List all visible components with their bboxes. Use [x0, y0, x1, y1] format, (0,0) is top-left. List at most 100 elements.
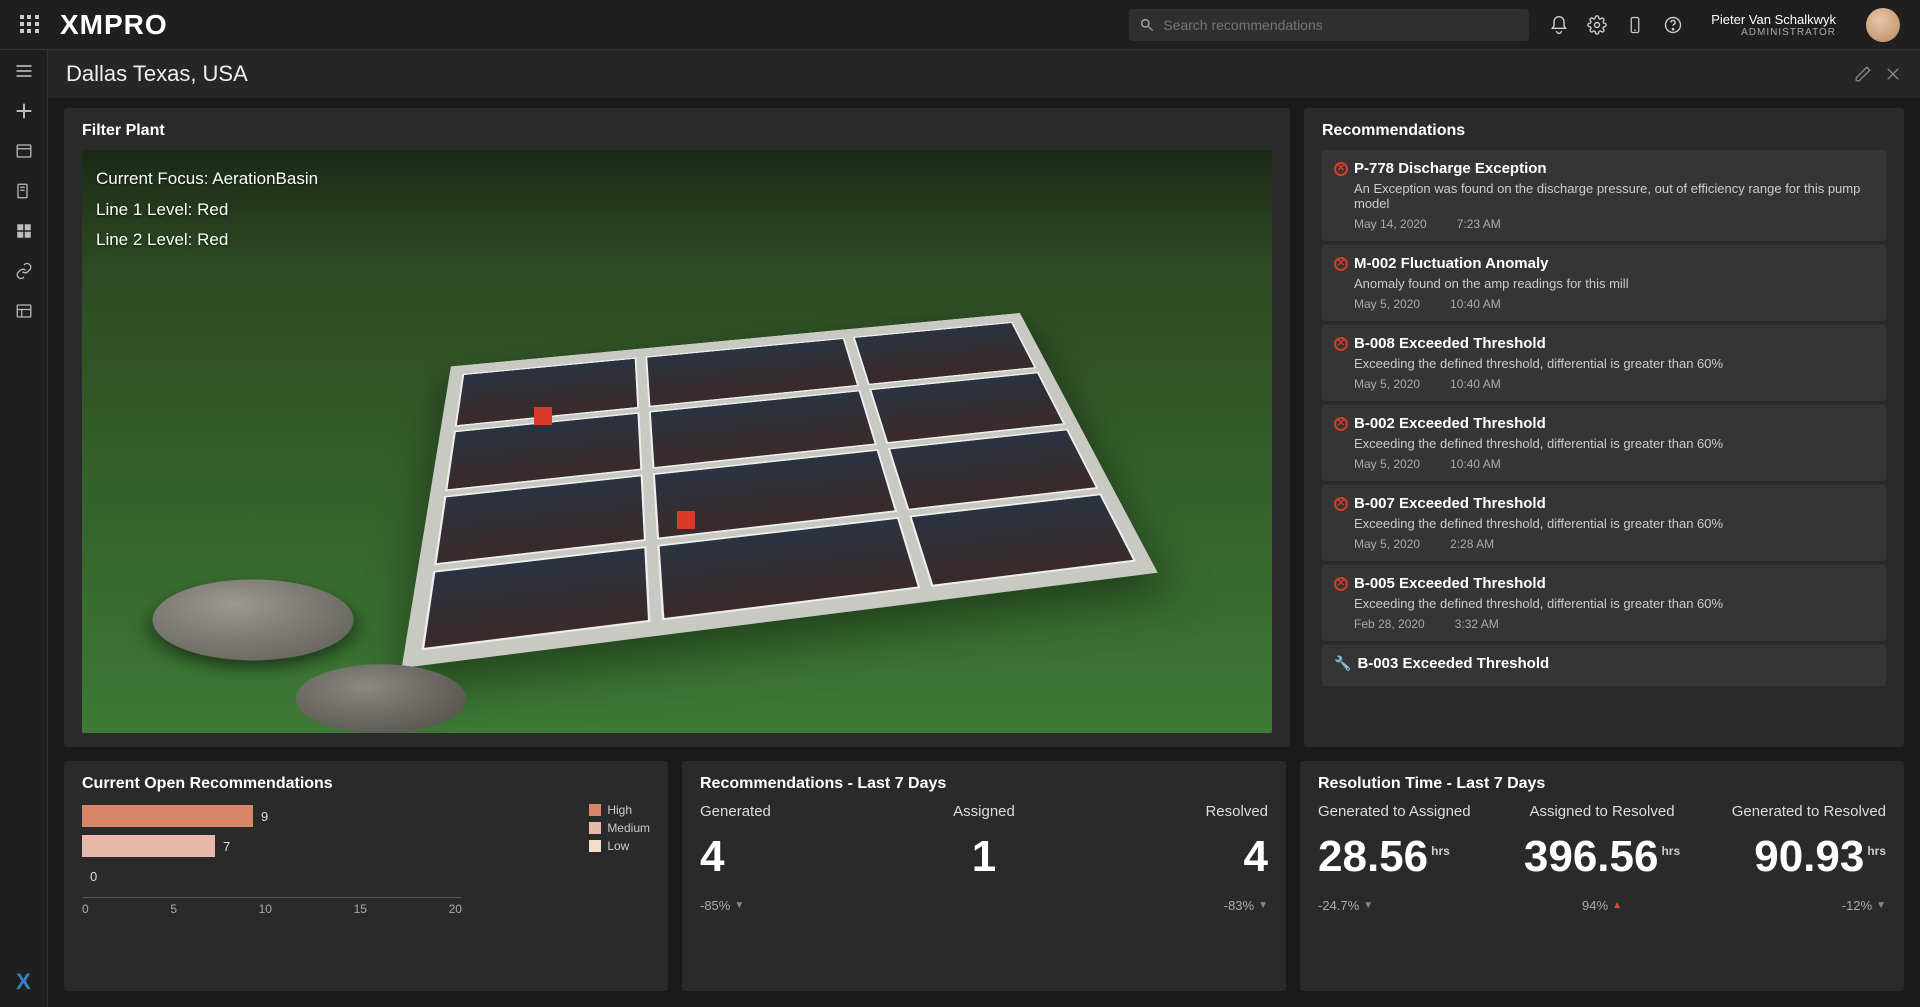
- error-icon: ✕: [1334, 497, 1348, 511]
- stat-assigned: Assigned 1: [903, 803, 1066, 913]
- error-icon: ✕: [1334, 577, 1348, 591]
- apps-grid-icon[interactable]: [20, 15, 40, 35]
- filter-plant-panel: Filter Plant Current Focus: AerationBasi…: [64, 108, 1290, 747]
- bar-label: 0: [90, 869, 97, 884]
- topbar: XMPRO Pieter Van Schalkwyk ADMINISTRATOR: [0, 0, 1920, 50]
- resolution-title: Resolution Time - Last 7 Days: [1318, 775, 1886, 793]
- add-icon[interactable]: [13, 100, 35, 122]
- help-icon[interactable]: [1663, 15, 1683, 35]
- plant-overlay: Current Focus: AerationBasin Line 1 Leve…: [96, 164, 318, 256]
- search-icon: [1139, 17, 1155, 33]
- rec-title-text: B-005 Exceeded Threshold: [1354, 575, 1546, 592]
- rec-title-text: P-778 Discharge Exception: [1354, 160, 1547, 177]
- rec-desc: Anomaly found on the amp readings for th…: [1354, 276, 1874, 291]
- stat-gen-to-assigned: Generated to Assigned 28.56hrs -24.7%▼: [1318, 803, 1481, 913]
- plant-3d-view[interactable]: Current Focus: AerationBasin Line 1 Leve…: [82, 150, 1272, 733]
- rec-meta: May 14, 20207:23 AM: [1354, 217, 1874, 231]
- rec-desc: Exceeding the defined threshold, differe…: [1354, 356, 1874, 371]
- bar-row: 7: [82, 833, 650, 859]
- recommendation-item[interactable]: ✕ B-002 Exceeded Threshold Exceeding the d…: [1322, 405, 1886, 481]
- nav-item-2-icon[interactable]: [13, 180, 35, 202]
- rec-meta: May 5, 202010:40 AM: [1354, 377, 1874, 391]
- link-icon[interactable]: [13, 260, 35, 282]
- open-recs-panel: Current Open Recommendations 9 7 0 0510152…: [64, 761, 668, 991]
- wrench-icon: 🔧: [1334, 655, 1351, 672]
- marker-2[interactable]: [677, 511, 695, 529]
- rec-meta: May 5, 202010:40 AM: [1354, 457, 1874, 471]
- legend-item: Low: [589, 839, 650, 853]
- user-role: ADMINISTRATOR: [1741, 27, 1836, 38]
- recommendation-item[interactable]: ✕ B-005 Exceeded Threshold Exceeding the d…: [1322, 565, 1886, 641]
- brand-x-icon: X: [16, 969, 31, 995]
- recommendation-item[interactable]: ✕ P-778 Discharge Exception An Exception w…: [1322, 150, 1886, 241]
- rec-title-text: B-002 Exceeded Threshold: [1354, 415, 1546, 432]
- bar: [82, 835, 215, 857]
- nav-item-5-icon[interactable]: [13, 300, 35, 322]
- rec-title-text: B-008 Exceeded Threshold: [1354, 335, 1546, 352]
- gear-icon[interactable]: [1587, 15, 1607, 35]
- stat-generated: Generated 4 -85%▼: [700, 803, 863, 913]
- recommendations-title: Recommendations: [1322, 122, 1886, 140]
- close-icon[interactable]: [1884, 65, 1902, 83]
- mobile-icon[interactable]: [1625, 15, 1645, 35]
- recs-last7-title: Recommendations - Last 7 Days: [700, 775, 1268, 793]
- rec-title-text: B-003 Exceeded Threshold: [1357, 655, 1549, 672]
- rec-title-text: M-002 Fluctuation Anomaly: [1354, 255, 1548, 272]
- bar-row: 9: [82, 803, 650, 829]
- page-title: Dallas Texas, USA: [66, 61, 248, 87]
- bottom-row: Current Open Recommendations 9 7 0 0510152…: [64, 761, 1904, 991]
- topbar-actions: Pieter Van Schalkwyk ADMINISTRATOR: [1549, 8, 1900, 42]
- menu-icon[interactable]: [13, 60, 35, 82]
- rec-meta: Feb 28, 20203:32 AM: [1354, 617, 1874, 631]
- tank-2: [289, 665, 474, 733]
- recommendation-item[interactable]: ✕ M-002 Fluctuation Anomaly Anomaly found …: [1322, 245, 1886, 321]
- rec-desc: Exceeding the defined threshold, differe…: [1354, 596, 1874, 611]
- search-input[interactable]: [1163, 17, 1519, 33]
- recommendations-panel: Recommendations ✕ P-778 Discharge Excepti…: [1304, 108, 1904, 747]
- error-icon: ✕: [1334, 257, 1348, 271]
- stat-gen-to-resolved: Generated to Resolved 90.93hrs -12%▼: [1723, 803, 1886, 913]
- bell-icon[interactable]: [1549, 15, 1569, 35]
- open-recs-title: Current Open Recommendations: [82, 775, 650, 793]
- sidebar: X: [0, 50, 48, 1007]
- error-icon: ✕: [1334, 337, 1348, 351]
- rec-desc: Exceeding the defined threshold, differe…: [1354, 436, 1874, 451]
- recommendation-item[interactable]: 🔧 B-003 Exceeded Threshold: [1322, 645, 1886, 686]
- stat-assigned-to-resolved: Assigned to Resolved 396.56hrs 94%▲: [1521, 803, 1684, 913]
- tank-1: [143, 580, 364, 661]
- error-icon: ✕: [1334, 417, 1348, 431]
- user-name: Pieter Van Schalkwyk: [1711, 12, 1836, 27]
- filter-plant-title: Filter Plant: [82, 122, 1272, 140]
- rec-meta: May 5, 202010:40 AM: [1354, 297, 1874, 311]
- bar-row: 0: [82, 863, 650, 889]
- open-recs-chart: 9 7 0 05101520 High Medium Low: [82, 803, 650, 943]
- recommendation-item[interactable]: ✕ B-007 Exceeded Threshold Exceeding the d…: [1322, 485, 1886, 561]
- recommendation-item[interactable]: ✕ B-008 Exceeded Threshold Exceeding the d…: [1322, 325, 1886, 401]
- titlebar: Dallas Texas, USA: [48, 50, 1920, 98]
- marker-1[interactable]: [534, 407, 552, 425]
- avatar[interactable]: [1866, 8, 1900, 42]
- edit-icon[interactable]: [1854, 65, 1872, 83]
- recs-last7-panel: Recommendations - Last 7 Days Generated …: [682, 761, 1286, 991]
- chart-legend: High Medium Low: [589, 803, 650, 857]
- x-axis: 05101520: [82, 897, 462, 916]
- plant-structure: [402, 313, 1158, 669]
- nav-item-3-icon[interactable]: [13, 220, 35, 242]
- bar-label: 7: [223, 839, 230, 854]
- nav-item-1-icon[interactable]: [13, 140, 35, 162]
- recommendations-list: ✕ P-778 Discharge Exception An Exception w…: [1322, 150, 1886, 733]
- stat-resolved: Resolved 4 -83%▼: [1105, 803, 1268, 913]
- rec-desc: Exceeding the defined threshold, differe…: [1354, 516, 1874, 531]
- rec-desc: An Exception was found on the discharge …: [1354, 181, 1874, 211]
- rec-meta: May 5, 20202:28 AM: [1354, 537, 1874, 551]
- rec-title-text: B-007 Exceeded Threshold: [1354, 495, 1546, 512]
- bar-label: 9: [261, 809, 268, 824]
- error-icon: ✕: [1334, 162, 1348, 176]
- user-block[interactable]: Pieter Van Schalkwyk ADMINISTRATOR: [1711, 12, 1836, 38]
- resolution-panel: Resolution Time - Last 7 Days Generated …: [1300, 761, 1904, 991]
- brand-logo: XMPRO: [60, 9, 168, 41]
- legend-item: Medium: [589, 821, 650, 835]
- bar: [82, 805, 253, 827]
- legend-item: High: [589, 803, 650, 817]
- search-box[interactable]: [1129, 9, 1529, 41]
